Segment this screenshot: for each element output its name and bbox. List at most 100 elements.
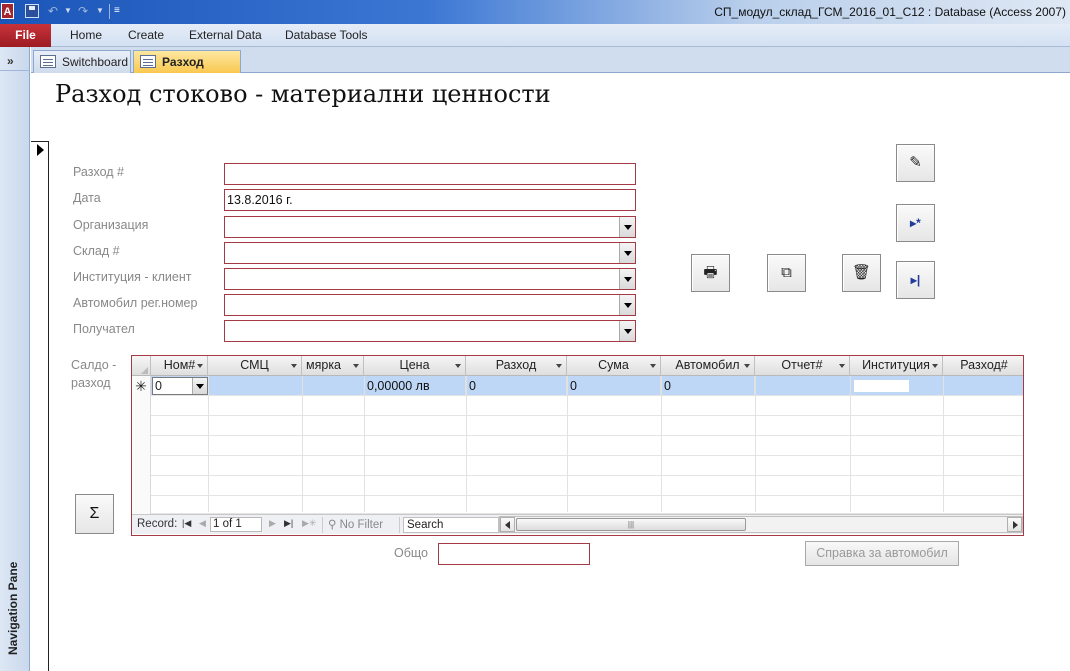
cell-institution[interactable]	[854, 380, 909, 392]
edit-record-button[interactable]: ✎	[896, 144, 935, 182]
save-icon[interactable]	[25, 4, 39, 18]
chevron-down-icon[interactable]	[619, 321, 635, 341]
search-input[interactable]: Search	[403, 517, 499, 533]
redo-dropdown-icon[interactable]: ▼	[96, 4, 104, 18]
tab-razhod-saldo[interactable]: Разход Салдо	[133, 50, 241, 91]
row-selector[interactable]	[132, 476, 151, 496]
current-record-arrow-icon	[37, 144, 44, 156]
new-record-button[interactable]: ▸*	[896, 204, 935, 242]
form-title: Разход стоково - материални ценности	[55, 80, 551, 108]
vehicle-report-button[interactable]: Справка за автомобил	[805, 541, 959, 566]
field-label-date: Дата	[73, 191, 101, 205]
cell-sum[interactable]: 0	[567, 376, 661, 396]
total-input[interactable]	[438, 543, 590, 565]
column-header-nom[interactable]: Ном#	[152, 356, 208, 376]
new-record-icon[interactable]: ▶✳	[302, 518, 316, 529]
tab-switchboard[interactable]: Switchboard	[33, 50, 131, 73]
access-window: A ↶ ▼ ↷ ▼ ≡ СП_модул_склад_ГСМ_2016_01_С…	[0, 0, 1070, 671]
tab-external-data[interactable]: External Data	[189, 24, 262, 47]
organization-combo[interactable]	[224, 216, 636, 238]
institution-combo[interactable]	[224, 268, 636, 290]
copy-record-button[interactable]: ⧉	[767, 254, 806, 292]
recipient-combo[interactable]	[224, 320, 636, 342]
chevron-down-icon[interactable]	[619, 269, 635, 289]
navigation-pane[interactable]: » Navigation Pane	[0, 47, 30, 671]
redo-icon[interactable]: ↷	[78, 4, 88, 18]
row-selector[interactable]	[132, 496, 151, 516]
copy-icon: ⧉	[781, 264, 792, 281]
row-selector[interactable]	[132, 456, 151, 476]
first-record-icon[interactable]: |◀	[182, 518, 191, 529]
last-record-icon[interactable]: ▶|	[284, 518, 293, 529]
form-icon	[140, 55, 156, 68]
table-row	[132, 496, 1023, 516]
subform-datasheet[interactable]: Ном# СМЦ мярка Цена Разход Сума Автомоби…	[131, 355, 1024, 536]
scroll-right-icon[interactable]	[1007, 517, 1022, 532]
new-record-marker-icon[interactable]: ✳	[132, 376, 151, 396]
delete-record-button[interactable]: 🗑	[842, 254, 881, 292]
vehicle-combo[interactable]	[224, 294, 636, 316]
undo-dropdown-icon[interactable]: ▼	[64, 4, 72, 18]
record-selector[interactable]	[31, 141, 49, 671]
column-header-label: мярка	[306, 358, 342, 372]
column-header-label: Цена	[399, 358, 430, 372]
current-record-input[interactable]: 1 of 1	[210, 517, 262, 532]
horizontal-scrollbar[interactable]: |||	[499, 516, 1023, 533]
chevron-down-icon[interactable]	[192, 378, 207, 394]
cell-vehicle[interactable]: 0	[661, 376, 755, 396]
table-row[interactable]: ✳ 0 0,00000 лв 0 0 0	[132, 376, 1023, 396]
chevron-down-icon[interactable]	[619, 295, 635, 315]
column-header-price[interactable]: Цена	[364, 356, 466, 376]
row-selector[interactable]	[132, 436, 151, 456]
customize-toolbar-icon[interactable]: ≡	[114, 4, 120, 18]
next-record-icon[interactable]: ▶	[269, 518, 276, 529]
column-header-label: Разход#	[960, 358, 1008, 372]
chevron-down-icon[interactable]	[619, 243, 635, 263]
cell-razhod[interactable]: 0	[466, 376, 567, 396]
file-tab[interactable]: File	[0, 24, 51, 47]
column-header-unit[interactable]: мярка	[302, 356, 364, 376]
access-app-icon[interactable]: A	[1, 3, 14, 19]
row-selector[interactable]	[132, 396, 151, 416]
sum-button[interactable]: Σ	[75, 494, 114, 534]
nav-pane-separator	[0, 70, 30, 71]
column-divider	[466, 376, 467, 512]
column-divider	[943, 376, 944, 512]
scroll-left-icon[interactable]	[500, 517, 515, 532]
window-title: СП_модул_склад_ГСМ_2016_01_С12 : Databas…	[714, 5, 1066, 19]
tab-create[interactable]: Create	[128, 24, 164, 47]
title-bar: A ↶ ▼ ↷ ▼ ≡ СП_модул_склад_ГСМ_2016_01_С…	[0, 0, 1070, 24]
cell-price[interactable]: 0,00000 лв	[364, 376, 466, 396]
nom-combo-cell[interactable]: 0	[152, 377, 208, 395]
column-header-vehicle[interactable]: Автомобил	[661, 356, 755, 376]
scroll-thumb[interactable]: |||	[516, 518, 746, 531]
column-header-report[interactable]: Отчет#	[755, 356, 850, 376]
field-label-razhod-number: Разход #	[73, 165, 124, 179]
column-divider	[364, 376, 365, 512]
print-button[interactable]: 🖶	[691, 254, 730, 292]
table-row	[132, 436, 1023, 456]
column-header-smc[interactable]: СМЦ	[208, 356, 302, 376]
column-header-razhod[interactable]: Разход	[466, 356, 567, 376]
qat-separator	[109, 4, 110, 19]
tab-database-tools[interactable]: Database Tools	[285, 24, 368, 47]
date-input[interactable]: 13.8.2016 г.	[224, 189, 636, 211]
column-header-razhod-id[interactable]: Разход#	[943, 356, 1023, 376]
undo-icon[interactable]: ↶	[48, 4, 58, 18]
nav-pane-label[interactable]: Navigation Pane	[6, 562, 20, 655]
row-selector[interactable]	[132, 416, 151, 436]
razhod-number-input[interactable]	[224, 163, 636, 185]
no-filter-button[interactable]: ⚲ No Filter	[322, 517, 400, 533]
chevron-down-icon[interactable]	[619, 217, 635, 237]
column-header-institution[interactable]: Институция	[850, 356, 943, 376]
record-label: Record:	[137, 518, 178, 530]
last-record-button[interactable]: ▸|	[896, 261, 935, 299]
trash-icon: 🗑	[851, 264, 872, 281]
column-header-sum[interactable]: Сума	[567, 356, 661, 376]
select-all-corner[interactable]	[132, 356, 151, 376]
tab-home[interactable]: Home	[70, 24, 102, 47]
previous-record-icon[interactable]: ◀	[199, 518, 206, 529]
nav-pane-toggle-icon[interactable]: »	[7, 54, 14, 68]
column-divider	[302, 376, 303, 512]
warehouse-combo[interactable]	[224, 242, 636, 264]
